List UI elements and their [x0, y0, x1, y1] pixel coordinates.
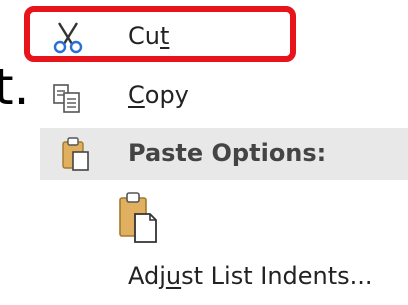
context-menu: Cut Copy Paste Options: Adjust List Inde… [0, 0, 408, 305]
copy-icon [50, 82, 84, 116]
paste-keep-source-formatting-button[interactable] [118, 190, 158, 244]
paste-options-label: Paste Options: [128, 139, 327, 167]
clipboard-icon [60, 136, 92, 176]
menu-item-copy[interactable]: Copy [40, 72, 408, 124]
red-highlight-box [24, 6, 296, 62]
paste-clipboard-icon [118, 192, 158, 248]
menu-item-adjust-label: Adjust List Indents... [128, 262, 373, 290]
menu-item-adjust-list-indents[interactable]: Adjust List Indents... [40, 256, 408, 300]
menu-item-copy-label: Copy [128, 81, 189, 109]
paste-options-header: Paste Options: [40, 128, 408, 180]
